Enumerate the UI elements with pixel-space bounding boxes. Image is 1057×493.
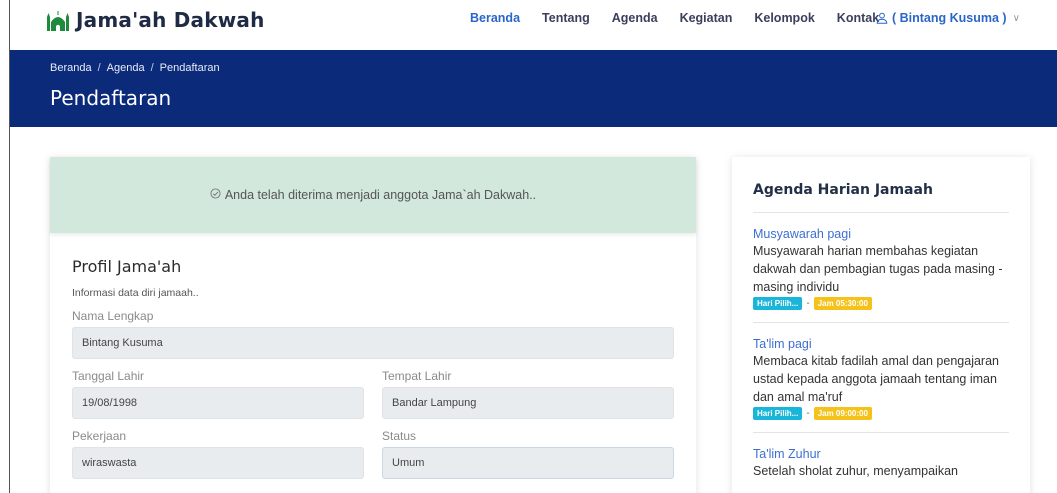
alert-message: Anda telah diterima menjadi anggota Jama… — [224, 188, 537, 202]
check-circle-icon — [210, 188, 221, 202]
nama-lengkap-label: Nama Lengkap — [72, 309, 154, 323]
registration-card: Anda telah diterima menjadi anggota Jama… — [50, 157, 696, 493]
chevron-down-icon: ∨ — [1012, 12, 1020, 24]
time-badge: Jam 09:00:00 — [813, 407, 872, 420]
agenda-badges: Hari Pilih... - Jam 05:30:00 — [753, 297, 1009, 310]
profile-subtitle: Informasi data diri jamaah.. — [72, 287, 199, 299]
nav-item-kontak[interactable]: Kontak — [837, 11, 879, 25]
pekerjaan-label: Pekerjaan — [72, 429, 127, 443]
agenda-name-link[interactable]: Ta'lim pagi — [753, 337, 1009, 351]
profile-section: Profil Jama'ah Informasi data diri jamaa… — [50, 233, 696, 479]
agenda-description: Membaca kitab fadilah amal dan pengajara… — [753, 354, 999, 404]
sidebar-title: Agenda Harian Jamaah — [753, 182, 1009, 213]
agenda-name-link[interactable]: Musyawarah pagi — [753, 227, 1009, 241]
nav-item-agenda[interactable]: Agenda — [612, 11, 658, 25]
user-name: ( Bintang Kusuma ) — [892, 11, 1007, 25]
success-alert: Anda telah diterima menjadi anggota Jama… — [50, 157, 696, 233]
tempat-lahir-field[interactable]: Bandar Lampung — [382, 387, 674, 419]
agenda-item: Ta'lim pagi Membaca kitab fadilah amal d… — [753, 323, 1009, 433]
page-title: Pendaftaran — [50, 86, 172, 110]
day-badge: Hari Pilih... — [753, 407, 803, 420]
breadcrumb: Beranda / Agenda / Pendaftaran — [50, 62, 220, 74]
breadcrumb-separator: / — [97, 62, 101, 74]
agenda-item: Musyawarah pagi Musyawarah harian membah… — [753, 213, 1009, 323]
nav-item-beranda[interactable]: Beranda — [470, 11, 520, 25]
page-frame: Jama'ah Dakwah Beranda Tentang Agenda Ke… — [9, 0, 1057, 493]
tanggal-lahir-label: Tanggal Lahir — [72, 369, 145, 383]
main-nav: Beranda Tentang Agenda Kegiatan Kelompok… — [470, 11, 901, 25]
user-icon — [876, 12, 888, 24]
mosque-icon — [47, 11, 69, 31]
agenda-badges: Hari Pilih... - Jam 09:00:00 — [753, 407, 1009, 420]
status-select[interactable]: Umum — [382, 447, 674, 479]
breadcrumb-separator: / — [150, 62, 154, 74]
navbar: Jama'ah Dakwah Beranda Tentang Agenda Ke… — [10, 0, 1057, 50]
badge-separator: - — [806, 298, 810, 309]
profile-title: Profil Jama'ah — [72, 257, 182, 276]
brand-name: Jama'ah Dakwah — [76, 8, 265, 32]
breadcrumb-pendaftaran: Pendaftaran — [159, 62, 220, 74]
brand[interactable]: Jama'ah Dakwah — [46, 8, 265, 32]
agenda-item: Ta'lim Zuhur Setelah sholat zuhur, menya… — [753, 433, 1009, 492]
time-badge: Jam 05:30:00 — [813, 297, 872, 310]
breadcrumb-beranda[interactable]: Beranda — [50, 62, 92, 74]
nav-item-kegiatan[interactable]: Kegiatan — [680, 11, 733, 25]
agenda-description: Setelah sholat zuhur, menyampaikan — [753, 464, 958, 478]
badge-separator: - — [806, 408, 810, 419]
nama-lengkap-field[interactable]: Bintang Kusuma — [72, 327, 674, 359]
tempat-lahir-label: Tempat Lahir — [382, 369, 452, 383]
day-badge: Hari Pilih... — [753, 297, 803, 310]
nav-item-kelompok[interactable]: Kelompok — [754, 11, 814, 25]
user-menu[interactable]: ( Bintang Kusuma ) ∨ — [876, 11, 1020, 25]
pekerjaan-field[interactable]: wiraswasta — [72, 447, 364, 479]
page-header: Beranda / Agenda / Pendaftaran Pendaftar… — [10, 50, 1057, 127]
tanggal-lahir-field[interactable]: 19/08/1998 — [72, 387, 364, 419]
status-label: Status — [382, 429, 417, 443]
agenda-sidebar: Agenda Harian Jamaah Musyawarah pagi Mus… — [732, 157, 1030, 493]
nav-item-tentang[interactable]: Tentang — [542, 11, 590, 25]
breadcrumb-agenda[interactable]: Agenda — [107, 62, 145, 74]
agenda-name-link[interactable]: Ta'lim Zuhur — [753, 447, 1009, 461]
agenda-description: Musyawarah harian membahas kegiatan dakw… — [753, 244, 1003, 294]
